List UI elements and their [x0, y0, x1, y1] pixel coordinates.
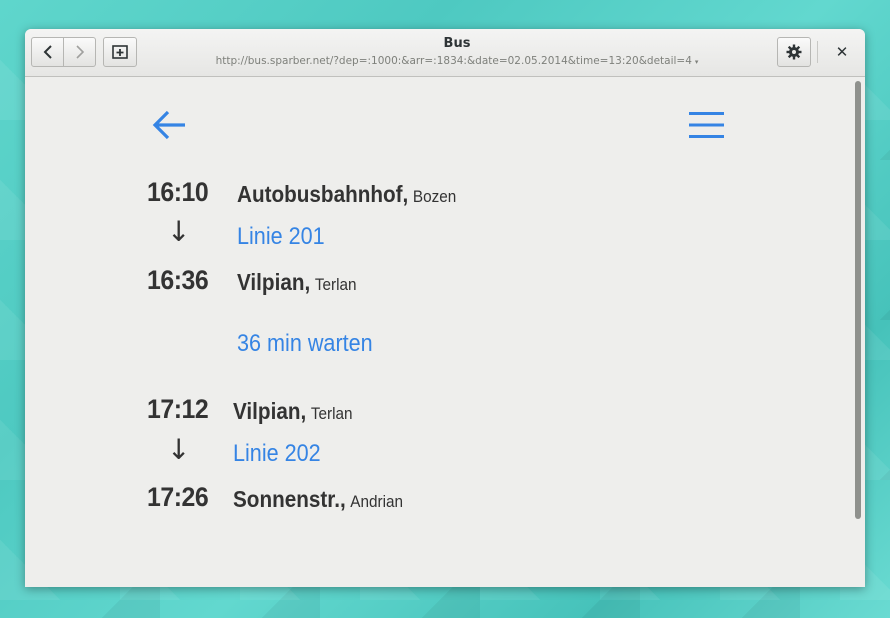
left-arrow-icon[interactable]: [151, 106, 189, 144]
arrival-stop[interactable]: Vilpian, Terlan: [237, 269, 357, 296]
navigation-buttons: [31, 37, 96, 67]
window-title: Bus: [443, 36, 471, 51]
url-dropdown-icon[interactable]: ▾: [695, 58, 699, 66]
stop-name: Vilpian,: [237, 269, 311, 295]
wait-time-link[interactable]: 36 min warten: [237, 330, 373, 358]
stop-place: Andrian: [350, 492, 404, 511]
close-icon: ✕: [835, 43, 849, 61]
bus-line-link[interactable]: Linie 201: [237, 223, 325, 251]
page-content: 16:10 Autobusbahnhof, Bozen ↓ Linie 201 …: [25, 77, 853, 587]
arrival-time: 16:36: [147, 265, 209, 295]
new-tab-icon: [112, 45, 128, 59]
departure-stop[interactable]: Vilpian, Terlan: [233, 398, 353, 425]
stop-place: Bozen: [412, 187, 457, 206]
url-text: http://bus.sparber.net/?dep=:1000:&arr=:…: [215, 55, 692, 67]
down-arrow-icon: ↓: [167, 215, 191, 248]
header-bar: Bus http://bus.sparber.net/?dep=:1000:&a…: [25, 29, 865, 77]
url-bar[interactable]: http://bus.sparber.net/?dep=:1000:&arr=:…: [175, 55, 739, 67]
vertical-scrollbar[interactable]: [855, 81, 861, 519]
title-area: Bus http://bus.sparber.net/?dep=:1000:&a…: [175, 36, 739, 67]
forward-button[interactable]: [64, 37, 96, 67]
stop-name: Vilpian,: [233, 398, 307, 424]
bus-line-link[interactable]: Linie 202: [233, 440, 321, 468]
stop-place: Terlan: [314, 275, 357, 294]
hamburger-menu-icon[interactable]: [689, 111, 725, 139]
departure-time: 16:10: [147, 177, 209, 207]
back-arrow-icon: [43, 45, 52, 59]
back-button[interactable]: [31, 37, 64, 67]
arrival-time: 17:26: [147, 482, 209, 512]
stop-name: Autobusbahnhof,: [237, 181, 409, 207]
header-separator: [817, 41, 818, 63]
down-arrow-icon: ↓: [167, 433, 191, 466]
gear-icon: [786, 44, 802, 60]
departure-time: 17:12: [147, 394, 209, 424]
arrival-stop[interactable]: Sonnenstr., Andrian: [233, 486, 403, 513]
stop-place: Terlan: [310, 404, 353, 423]
browser-window: Bus http://bus.sparber.net/?dep=:1000:&a…: [25, 29, 865, 587]
forward-arrow-icon: [75, 45, 84, 59]
new-tab-button[interactable]: [103, 37, 137, 67]
settings-button[interactable]: [777, 37, 811, 67]
departure-stop[interactable]: Autobusbahnhof, Bozen: [237, 181, 456, 208]
stop-name: Sonnenstr.,: [233, 486, 346, 512]
close-button[interactable]: ✕: [831, 41, 853, 63]
